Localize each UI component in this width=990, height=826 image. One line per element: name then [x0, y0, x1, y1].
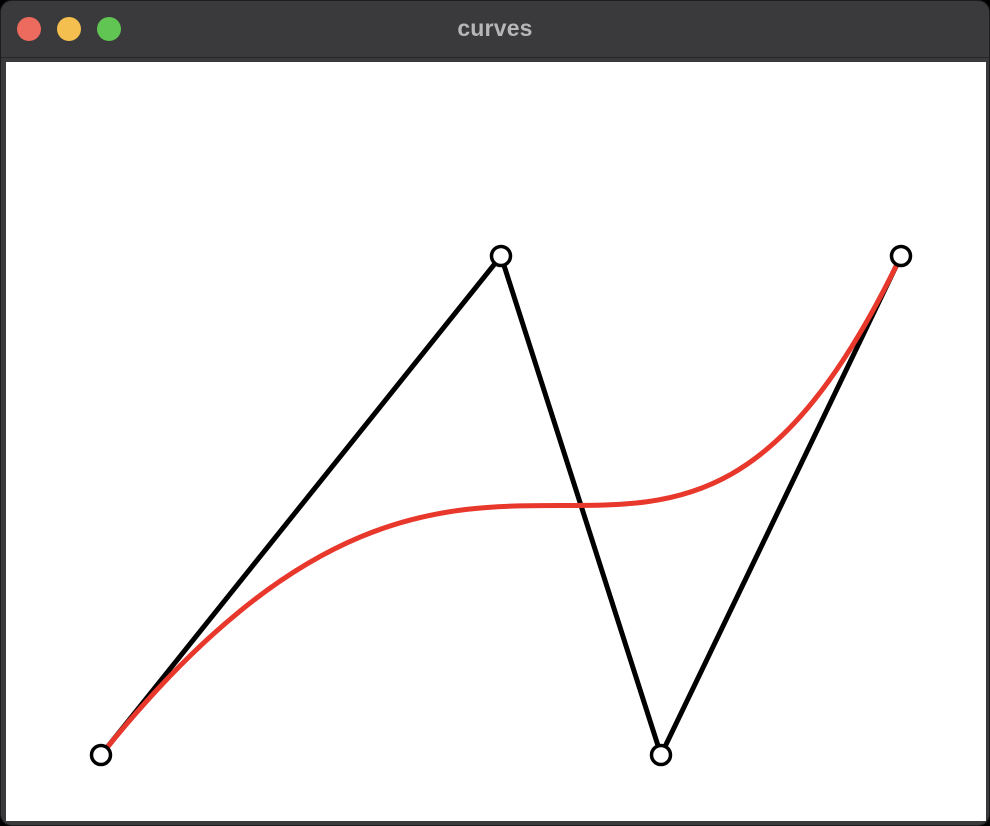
control-point-1-handle[interactable]: [89, 743, 113, 767]
app-window: curves: [0, 0, 990, 826]
title-bar[interactable]: curves: [1, 1, 989, 58]
control-point-2-handle[interactable]: [489, 244, 513, 268]
window-title: curves: [457, 15, 533, 41]
control-point-4-handle[interactable]: [889, 244, 913, 268]
curve-canvas[interactable]: [6, 62, 986, 821]
control-point-3-handle[interactable]: [649, 743, 673, 767]
drawing-area[interactable]: [6, 62, 986, 821]
